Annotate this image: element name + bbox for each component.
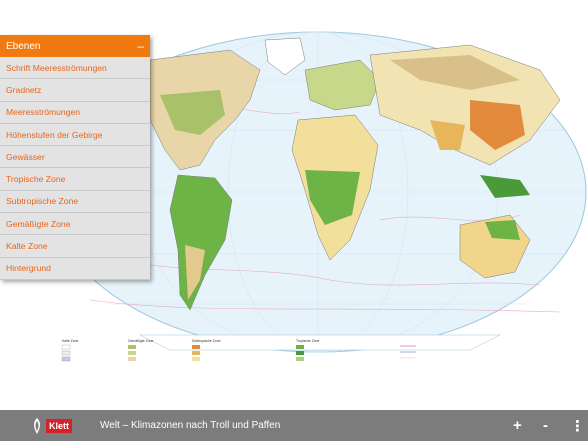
layers-panel-header[interactable]: Ebenen – <box>0 35 150 57</box>
layer-item-gewaesser[interactable]: Gewässer <box>0 146 150 169</box>
layer-item-label: Schrift Meeresströmungen <box>6 62 107 73</box>
layer-item-label: Gemäßigte Zone <box>6 218 71 229</box>
map-title: Welt – Klimazonen nach Troll und Paffen <box>100 420 281 431</box>
footer-bar: Klett Welt – Klimazonen nach Troll und P… <box>0 410 588 441</box>
collapse-icon[interactable]: – <box>137 40 144 52</box>
zoom-in-button[interactable]: + <box>513 410 522 441</box>
brand-label: Klett <box>46 418 72 433</box>
layer-item-meeresstroemungen[interactable]: Meeresströmungen <box>0 102 150 124</box>
menu-icon[interactable]: ⋮ <box>570 410 585 441</box>
klett-logo: Klett <box>30 415 74 437</box>
legend-group-title: Tropische Zone <box>296 339 320 343</box>
layer-item-label: Subtropische Zone <box>6 196 79 207</box>
layer-item-tropische-zone[interactable]: Tropische Zone <box>0 168 150 191</box>
layer-item-hoehenstufen[interactable]: Höhenstufen der Gebirge <box>0 124 150 147</box>
layers-panel-title: Ebenen <box>6 40 41 52</box>
klett-logo-icon <box>34 417 40 434</box>
map-legend: Kalte Zone Gemäßigte Zone Subtropische Z… <box>60 338 530 368</box>
legend-group-title: Gemäßigte Zone <box>128 339 154 343</box>
layer-item-label: Hintergrund <box>6 263 51 274</box>
layer-item-hintergrund[interactable]: Hintergrund <box>0 258 150 280</box>
zoom-out-button[interactable]: - <box>543 410 548 441</box>
layer-item-label: Gewässer <box>6 151 45 162</box>
layer-item-schrift-meeresstroemungen[interactable]: Schrift Meeresströmungen <box>0 57 150 80</box>
layer-item-label: Kalte Zone <box>6 241 48 252</box>
layer-item-label: Tropische Zone <box>6 174 66 185</box>
layer-item-gradnetz[interactable]: Gradnetz <box>0 79 150 102</box>
legend-group-title: Subtropische Zone <box>192 339 221 343</box>
layer-item-label: Gradnetz <box>6 84 42 95</box>
layer-item-subtropische-zone[interactable]: Subtropische Zone <box>0 191 150 214</box>
layer-item-gemaessigte-zone[interactable]: Gemäßigte Zone <box>0 213 150 236</box>
layer-item-label: Meeresströmungen <box>6 107 81 118</box>
legend-group-title: Kalte Zone <box>62 339 79 343</box>
layer-item-kalte-zone[interactable]: Kalte Zone <box>0 235 150 258</box>
layers-panel: Ebenen – Schrift Meeresströmungen Gradne… <box>0 35 150 280</box>
layer-item-label: Höhenstufen der Gebirge <box>6 129 103 140</box>
